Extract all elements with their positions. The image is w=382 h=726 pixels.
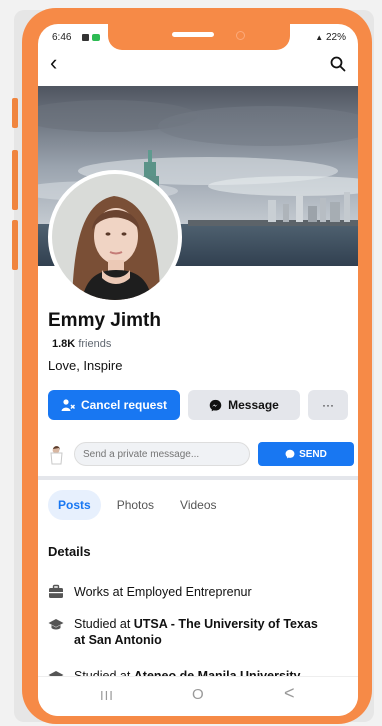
graduation-cap-icon	[48, 619, 64, 630]
friends-label: friends	[78, 338, 112, 350]
profile-tabs: Posts Photos Videos	[48, 490, 227, 520]
messenger-icon	[285, 449, 295, 459]
notch	[108, 8, 290, 50]
power-button	[12, 220, 18, 270]
home-button[interactable]: O	[192, 686, 204, 703]
messenger-icon	[209, 399, 222, 411]
volume-down-button	[12, 150, 18, 210]
top-bar: ‹	[38, 50, 358, 80]
friends-number: 1.8K	[52, 338, 76, 350]
battery-percent: 22%	[325, 32, 346, 43]
speaker-grille	[172, 32, 214, 37]
message-label: Message	[228, 398, 279, 412]
profile-avatar[interactable]	[48, 170, 182, 304]
send-button[interactable]: SEND	[258, 442, 354, 466]
back-arrow-icon[interactable]: ‹	[50, 52, 57, 74]
friends-count[interactable]: 1.8K friends	[52, 338, 111, 350]
cancel-request-label: Cancel request	[80, 398, 168, 412]
tab-posts[interactable]: Posts	[48, 490, 101, 520]
recent-apps-button[interactable]: III	[100, 688, 114, 703]
battery-level: ▲ 22%	[315, 32, 346, 43]
detail-work: Works at Employed Entreprenur	[48, 584, 324, 600]
details-heading: Details	[48, 544, 91, 559]
volume-up-button	[12, 98, 18, 128]
message-notification-icon	[92, 34, 100, 41]
detail-education-1-prefix: Studied at	[74, 617, 134, 631]
section-divider	[38, 476, 358, 480]
profile-name: Emmy Jimth	[48, 310, 161, 331]
profile-bio: Love, Inspire	[48, 358, 123, 373]
detail-education-1: Studied at UTSA - The University of Texa…	[48, 616, 324, 648]
tab-videos[interactable]: Videos	[170, 490, 226, 520]
sender-avatar-icon	[50, 446, 63, 465]
more-options-button[interactable]: ···	[308, 390, 348, 420]
notification-icon	[82, 34, 89, 41]
detail-work-prefix: Works at	[74, 585, 127, 599]
back-button[interactable]: <	[284, 683, 295, 704]
private-message-row: SEND	[48, 442, 354, 468]
person-cancel-icon	[61, 399, 75, 411]
more-dots-icon: ···	[322, 398, 334, 412]
tab-photos[interactable]: Photos	[107, 490, 164, 520]
android-nav-bar: III O <	[38, 676, 358, 716]
private-message-input[interactable]	[74, 442, 250, 466]
front-camera-icon	[236, 31, 245, 40]
signal-icon: ▲	[315, 33, 324, 42]
cancel-request-button[interactable]: Cancel request	[48, 390, 180, 420]
search-icon[interactable]	[330, 56, 346, 72]
status-time: 6:46	[52, 32, 72, 43]
phone-screen: 6:46 ▲ 22% ‹ Emmy Jimth 1.8K friends Lov…	[38, 24, 358, 716]
send-label: SEND	[299, 448, 327, 460]
message-button[interactable]: Message	[188, 390, 300, 420]
briefcase-icon	[49, 584, 63, 598]
detail-work-value: Employed Entreprenur	[126, 585, 252, 599]
